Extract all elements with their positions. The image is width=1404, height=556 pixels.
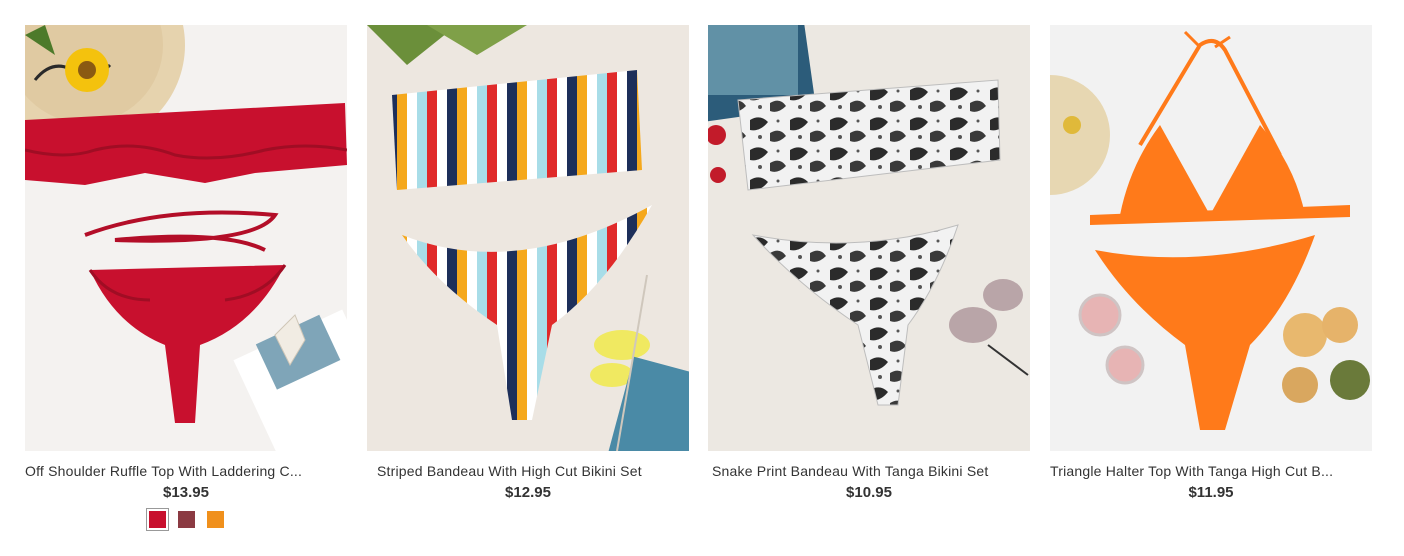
color-swatches bbox=[25, 508, 347, 531]
product-card[interactable]: Off Shoulder Ruffle Top With Laddering C… bbox=[25, 25, 347, 545]
product-image[interactable] bbox=[1050, 25, 1372, 451]
color-swatch-red[interactable] bbox=[145, 508, 169, 531]
product-image[interactable] bbox=[367, 25, 689, 451]
color-swatch-orange[interactable] bbox=[206, 511, 224, 528]
product-card[interactable]: Triangle Halter Top With Tanga High Cut … bbox=[1050, 25, 1372, 545]
product-price: $13.95 bbox=[163, 484, 209, 501]
color-swatch-maroon[interactable] bbox=[177, 511, 195, 528]
product-title[interactable]: Striped Bandeau With High Cut Bikini Set bbox=[367, 463, 689, 479]
product-image[interactable] bbox=[708, 25, 1030, 451]
product-card[interactable]: Snake Print Bandeau With Tanga Bikini Se… bbox=[708, 25, 1030, 545]
product-price: $10.95 bbox=[846, 484, 892, 501]
product-title[interactable]: Triangle Halter Top With Tanga High Cut … bbox=[1050, 463, 1372, 479]
product-card[interactable]: Striped Bandeau With High Cut Bikini Set… bbox=[367, 25, 689, 545]
product-price: $11.95 bbox=[1188, 484, 1234, 501]
product-grid: Off Shoulder Ruffle Top With Laddering C… bbox=[0, 0, 1404, 556]
product-price: $12.95 bbox=[505, 484, 551, 501]
product-title[interactable]: Snake Print Bandeau With Tanga Bikini Se… bbox=[708, 463, 1030, 479]
product-image[interactable] bbox=[25, 25, 347, 451]
product-title[interactable]: Off Shoulder Ruffle Top With Laddering C… bbox=[25, 463, 347, 479]
